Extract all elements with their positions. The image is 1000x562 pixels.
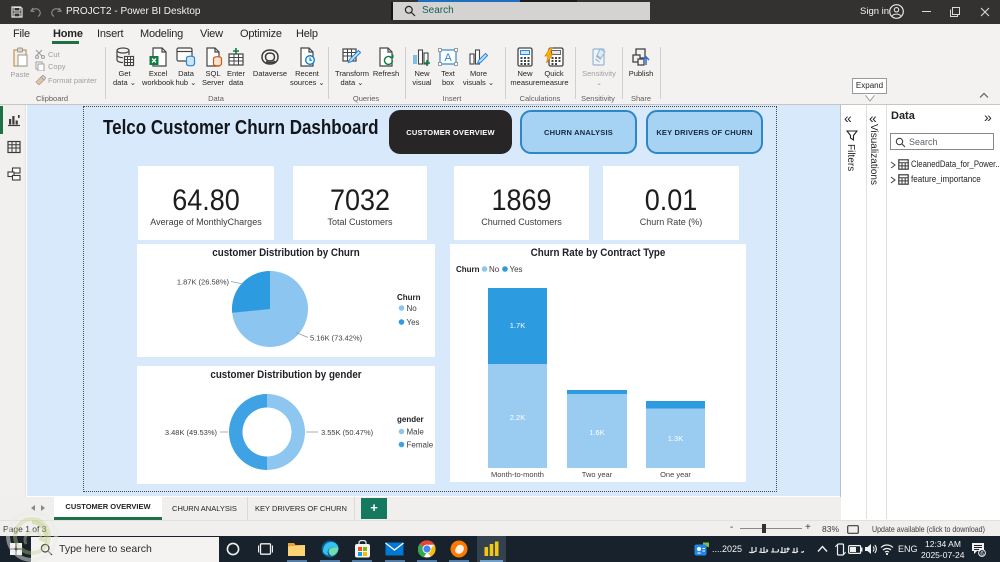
svg-text:gender: gender: [397, 415, 424, 424]
svg-text:3.48K (49.53%): 3.48K (49.53%): [165, 428, 218, 437]
svg-text:A: A: [444, 52, 452, 64]
svg-text:6: 6: [980, 550, 984, 557]
svg-text:1.3K: 1.3K: [668, 434, 683, 443]
svg-text:Month-to-month: Month-to-month: [491, 470, 544, 479]
svg-text:Female: Female: [407, 441, 434, 450]
svg-text:Churn: Churn: [456, 265, 480, 274]
svg-text:Two year: Two year: [582, 470, 613, 479]
svg-text:One year: One year: [660, 470, 691, 479]
svg-text:Yes: Yes: [407, 318, 420, 327]
svg-text:2.2K: 2.2K: [510, 413, 525, 422]
svg-text:1.6K: 1.6K: [589, 428, 604, 437]
svg-text:No: No: [489, 265, 500, 274]
svg-text:Male: Male: [407, 428, 425, 437]
svg-text:Churn: Churn: [397, 293, 421, 302]
svg-text:Yes: Yes: [510, 265, 523, 274]
svg-text:No: No: [407, 304, 418, 313]
svg-text:1.87K (26.58%): 1.87K (26.58%): [177, 278, 230, 287]
svg-text:1.7K: 1.7K: [510, 321, 525, 330]
svg-text:5.16K (73.42%): 5.16K (73.42%): [310, 334, 363, 343]
svg-text:3.55K (50.47%): 3.55K (50.47%): [321, 428, 374, 437]
